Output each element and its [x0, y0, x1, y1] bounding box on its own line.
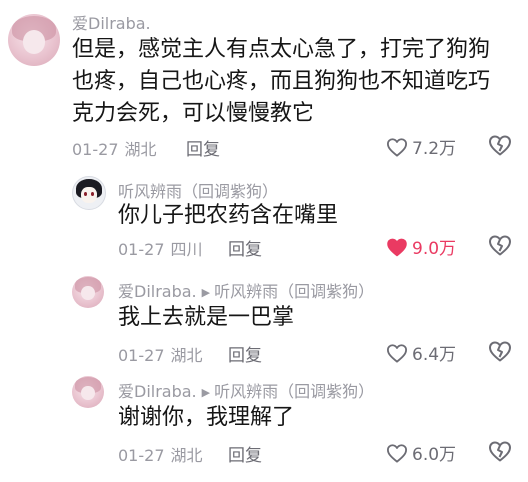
reply-author[interactable]: 爱Dilraba. [118, 282, 197, 301]
like-button[interactable]: 7.2万 [386, 134, 456, 159]
dislike-icon[interactable] [488, 234, 512, 256]
comment-date: 01-27 [72, 140, 119, 159]
comment-meta: 01-27 湖北 [118, 342, 203, 366]
comment-text: 谢谢你，我理解了 [118, 405, 295, 430]
comment-location: 湖北 [170, 446, 203, 465]
user-avatar[interactable] [8, 14, 60, 66]
comment-date: 01-27 [118, 346, 165, 365]
comment-username: 爱Dilraba. ▶ 听风辨雨（回调紫狗） [118, 378, 374, 402]
comment-item: 爱Dilraba. 但是，感觉主人有点太心急了，打完了狗狗 也疼，自己也心疼，而… [0, 0, 528, 170]
heart-filled-icon [387, 238, 407, 256]
reply-author[interactable]: 爱Dilraba. [118, 382, 197, 401]
reply-button[interactable]: 回复 [228, 441, 262, 466]
reply-target[interactable]: 听风辨雨（回调紫狗） [214, 382, 374, 401]
user-avatar[interactable] [72, 176, 106, 210]
comment-username: 爱Dilraba. ▶ 听风辨雨（回调紫狗） [118, 278, 374, 302]
comment-text: 但是，感觉主人有点太心急了，打完了狗狗 也疼，自己也心疼，而且狗狗也不知道吃巧 … [72, 37, 491, 126]
comment-username[interactable]: 爱Dilraba. [72, 10, 151, 34]
comment-item: 听风辨雨（回调紫狗） 你儿子把农药含在嘴里 01-27 四川 回复 9.0万 [0, 170, 528, 270]
comment-date: 01-27 [118, 240, 165, 259]
comment-text: 我上去就是一巴掌 [118, 305, 295, 330]
like-button[interactable]: 6.0万 [386, 440, 456, 465]
comment-username[interactable]: 听风辨雨（回调紫狗） [118, 178, 278, 202]
comment-text: 你儿子把农药含在嘴里 [118, 203, 339, 228]
comment-item: 爱Dilraba. ▶ 听风辨雨（回调紫狗） 我上去就是一巴掌 01-27 湖北 回复… [0, 270, 528, 370]
heart-outline-icon [386, 343, 407, 363]
heart-outline-icon [386, 137, 407, 157]
comment-date: 01-27 [118, 446, 165, 465]
like-count: 6.4万 [412, 345, 457, 365]
like-button[interactable]: 6.4万 [386, 340, 456, 365]
comment-location: 湖北 [170, 346, 203, 365]
like-count: 6.0万 [412, 445, 457, 465]
like-count: 9.0万 [412, 239, 457, 259]
like-count: 7.2万 [412, 139, 457, 159]
comment-meta: 01-27 湖北 [72, 136, 157, 160]
comment-location: 四川 [170, 240, 203, 259]
dislike-icon[interactable] [488, 340, 512, 362]
like-button[interactable]: 9.0万 [386, 234, 456, 259]
comment-location: 湖北 [124, 140, 157, 159]
user-avatar[interactable] [72, 376, 104, 408]
comment-meta: 01-27 四川 [118, 236, 203, 260]
reply-button[interactable]: 回复 [186, 135, 220, 160]
heart-outline-icon [386, 443, 407, 463]
comment-meta: 01-27 湖北 [118, 442, 203, 466]
reply-arrow-icon: ▶ [201, 286, 211, 299]
comment-item: 爱Dilraba. ▶ 听风辨雨（回调紫狗） 谢谢你，我理解了 01-27 湖北 回复… [0, 370, 528, 482]
reply-target[interactable]: 听风辨雨（回调紫狗） [214, 282, 374, 301]
dislike-icon[interactable] [488, 134, 512, 156]
reply-button[interactable]: 回复 [228, 235, 262, 260]
dislike-icon[interactable] [488, 440, 512, 462]
reply-arrow-icon: ▶ [201, 386, 211, 399]
reply-button[interactable]: 回复 [228, 341, 262, 366]
user-avatar[interactable] [72, 276, 104, 308]
